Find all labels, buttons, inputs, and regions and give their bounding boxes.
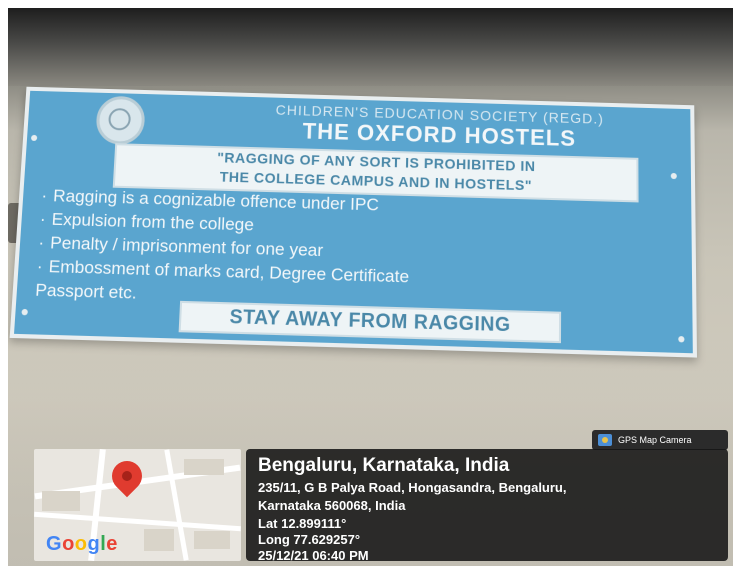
ceiling: [8, 8, 733, 86]
latitude: Lat 12.899111°: [258, 516, 347, 531]
longitude: Long 77.629257°: [258, 532, 361, 547]
location-info-panel: Bengaluru, Karnataka, India 235/11, G B …: [246, 449, 728, 563]
map-pin-icon: [105, 454, 149, 498]
address-line-1: 235/11, G B Palya Road, Hongasandra, Ben…: [258, 480, 567, 495]
gps-app-name: GPS Map Camera: [618, 435, 692, 445]
screw: [670, 172, 677, 180]
camera-icon: [598, 434, 612, 446]
screw: [21, 308, 28, 316]
society-emblem: [95, 95, 146, 146]
timestamp: 25/12/21 06:40 PM: [258, 548, 369, 563]
screw: [30, 134, 38, 142]
ragging-notice-board: CHILDREN'S EDUCATION SOCIETY (REGD.) THE…: [9, 86, 697, 358]
penalty-list: · Ragging is a cognizable offence under I…: [35, 184, 670, 320]
gps-app-tag: GPS Map Camera: [592, 430, 728, 450]
location-title: Bengaluru, Karnataka, India: [258, 455, 510, 476]
map-thumbnail: Google: [34, 449, 241, 561]
address-line-2: Karnataka 560068, India: [258, 498, 406, 513]
google-logo: Google: [46, 533, 118, 555]
screw: [678, 335, 685, 343]
